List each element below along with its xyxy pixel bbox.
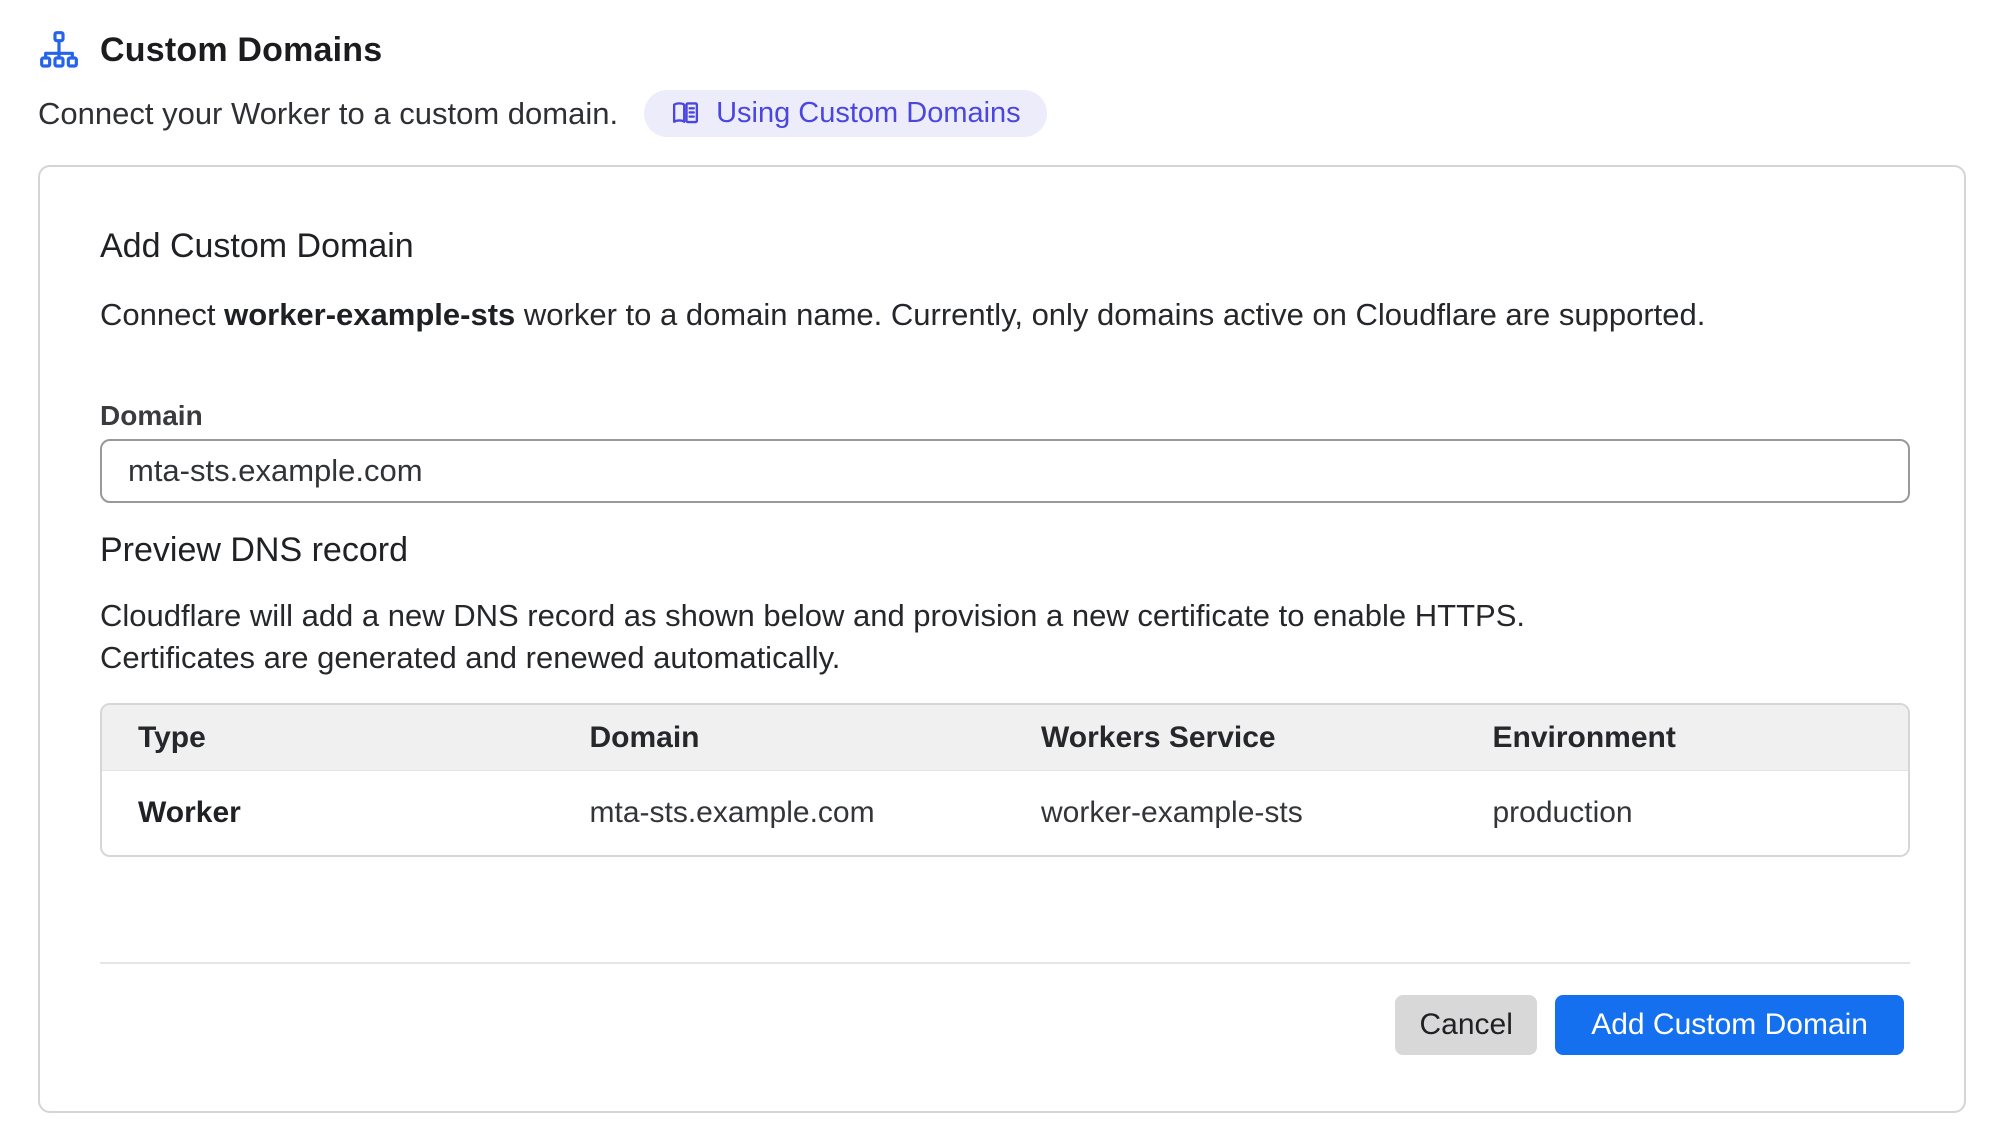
cell-environment: production	[1457, 796, 1909, 830]
page-subtitle-row: Connect your Worker to a custom domain. …	[38, 90, 1047, 137]
add-domain-description: Connect worker-example-sts worker to a d…	[100, 297, 1705, 333]
preview-dns-description: Cloudflare will add a new DNS record as …	[100, 595, 1600, 679]
dns-preview-table: Type Domain Workers Service Environment …	[100, 703, 1910, 857]
table-header-row: Type Domain Workers Service Environment	[102, 705, 1908, 771]
worker-name: worker-example-sts	[224, 297, 515, 332]
page-subtitle: Connect your Worker to a custom domain.	[38, 96, 618, 132]
add-custom-domain-button[interactable]: Add Custom Domain	[1555, 995, 1904, 1055]
book-icon	[670, 98, 701, 129]
column-header-domain: Domain	[554, 721, 1006, 755]
page-header: Custom Domains	[38, 30, 382, 70]
footer-actions: Cancel Add Custom Domain	[1395, 995, 1904, 1055]
cancel-button[interactable]: Cancel	[1395, 995, 1537, 1055]
add-custom-domain-card: Add Custom Domain Connect worker-example…	[38, 165, 1966, 1113]
docs-link-badge[interactable]: Using Custom Domains	[644, 90, 1047, 137]
sitemap-icon	[38, 30, 80, 70]
description-suffix: worker to a domain name. Currently, only…	[515, 297, 1705, 332]
cell-domain: mta-sts.example.com	[554, 796, 1006, 830]
custom-domains-page: Custom Domains Connect your Worker to a …	[0, 0, 1999, 1148]
page-title: Custom Domains	[100, 31, 382, 70]
domain-input[interactable]	[100, 439, 1910, 503]
column-header-workers-service: Workers Service	[1005, 721, 1457, 755]
footer-divider	[100, 962, 1910, 964]
column-header-environment: Environment	[1457, 721, 1909, 755]
add-domain-heading: Add Custom Domain	[100, 227, 414, 266]
column-header-type: Type	[102, 721, 554, 755]
domain-field-label: Domain	[100, 400, 203, 432]
description-prefix: Connect	[100, 297, 224, 332]
table-row: Worker mta-sts.example.com worker-exampl…	[102, 771, 1908, 855]
cell-type: Worker	[102, 796, 554, 830]
cell-workers-service: worker-example-sts	[1005, 796, 1457, 830]
docs-link-label: Using Custom Domains	[716, 97, 1021, 130]
preview-dns-heading: Preview DNS record	[100, 531, 408, 570]
